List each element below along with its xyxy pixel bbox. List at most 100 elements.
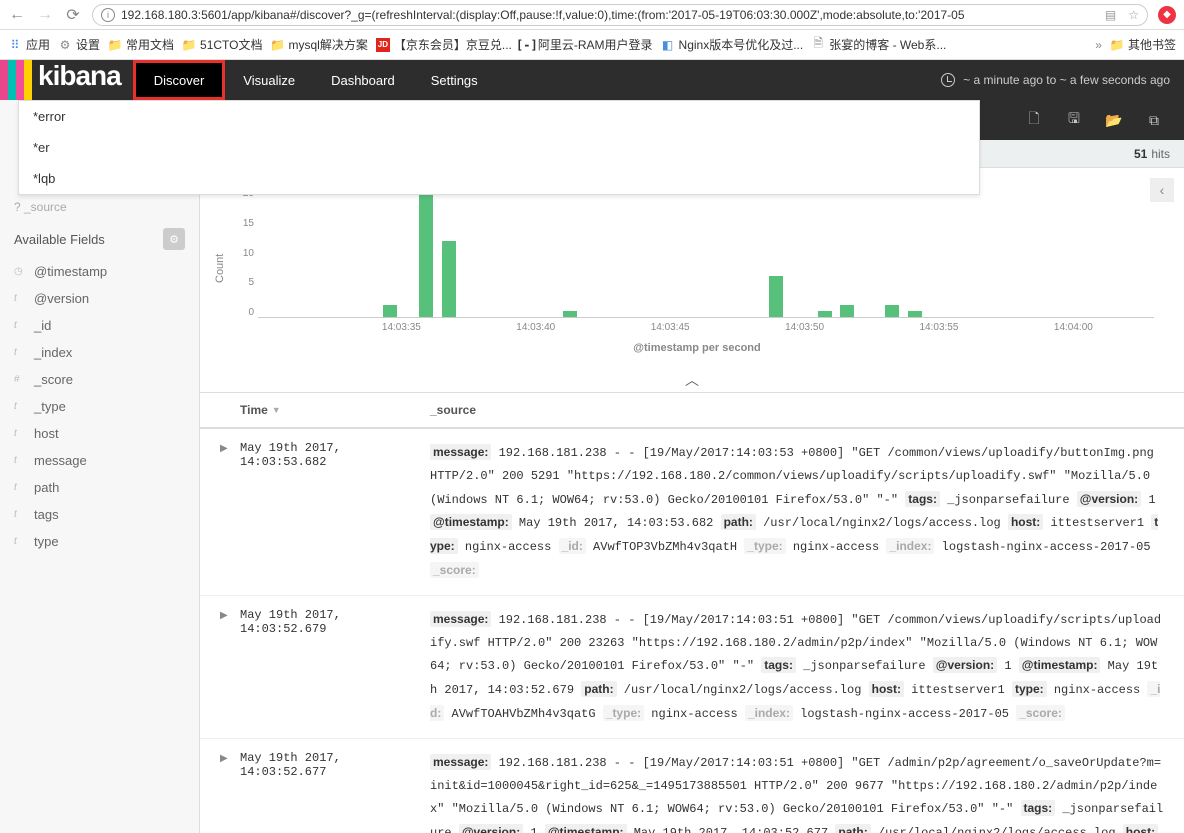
reload-button[interactable]: ⟳ [64,6,82,24]
field-name: message [34,453,87,468]
tab-discover[interactable]: Discover [133,60,226,100]
field-name: host [34,426,59,441]
folder-icon: 📁 [271,38,285,52]
kibana-logo[interactable]: kibana [0,60,133,100]
bookmark-jd[interactable]: JD【京东会员】京豆兑... [376,36,512,53]
expand-button[interactable]: ▶ [220,441,240,583]
sort-arrow-icon: ▼ [272,405,281,415]
field-type-icon: t [14,428,26,439]
time-picker[interactable]: ~ a minute ago to ~ a few seconds ago [927,73,1184,87]
tab-settings[interactable]: Settings [413,60,496,100]
fields-settings-button[interactable]: ⚙ [163,228,185,250]
field-item-type[interactable]: t_type [0,393,199,420]
logo-bar [16,60,24,100]
x-tick: 14:04:00 [1054,322,1093,333]
histogram-bar[interactable] [563,311,577,317]
logo-bar [0,60,8,100]
field-item-timestamp[interactable]: ◷@timestamp [0,258,199,285]
field-type-icon: t [14,293,26,304]
x-tick: 14:03:50 [785,322,824,333]
forward-button[interactable]: → [36,6,54,24]
back-button[interactable]: ← [8,6,26,24]
source-column-header[interactable]: _source [430,403,1164,417]
bookmark-folder-2[interactable]: 📁51CTO文档 [182,36,262,53]
table-row: ▶May 19th 2017, 14:03:52.677message: 192… [200,739,1184,833]
histogram-bar[interactable] [885,305,899,317]
chart-toggle-button[interactable]: ︿ [672,371,712,389]
bookmark-apps[interactable]: ⠿应用 [8,36,50,53]
expand-column [220,403,240,417]
logo-bar [24,60,32,100]
field-item-version[interactable]: t@version [0,285,199,312]
histogram-bar[interactable] [818,311,832,317]
folder-icon: 📁 [108,38,122,52]
jd-icon: JD [376,38,390,52]
field-item-type[interactable]: ttype [0,528,199,555]
url-bar[interactable]: i 192.168.180.3:5601/app/kibana#/discove… [92,4,1148,26]
field-item-index[interactable]: t_index [0,339,199,366]
bookmark-settings[interactable]: ⚙设置 [58,36,100,53]
page-icon[interactable]: ▤ [1105,8,1116,22]
document-table: Time ▼ _source ▶May 19th 2017, 14:03:53.… [200,392,1184,833]
sidebar: ? _source Available Fields ⚙ ◷@timestamp… [0,100,200,833]
histogram-bar[interactable] [908,311,922,317]
histogram-chart: ‹ Count 20 15 10 5 0 14:03:3514:03:4014:… [200,168,1184,368]
hits-count: 51 [1134,147,1147,161]
folder-icon: 📁 [1110,38,1124,52]
time-cell: May 19th 2017, 14:03:53.682 [240,441,430,583]
open-search-button[interactable]: 📂 [1094,100,1134,140]
expand-button[interactable]: ▶ [220,751,240,833]
time-cell: May 19th 2017, 14:03:52.677 [240,751,430,833]
search-suggestion-item[interactable]: *error [19,101,979,132]
bookmark-nginx[interactable]: ◧Nginx版本号优化及过... [661,36,804,53]
kibana-header: kibana Discover Visualize Dashboard Sett… [0,60,1184,100]
folder-icon: 📁 [182,38,196,52]
search-suggestion-item[interactable]: *lqb [19,163,979,194]
histogram-bar[interactable] [442,241,456,317]
source-filter-label[interactable]: ? _source [0,194,199,220]
content: 🗋 🖫 📂 ⧉ 51 hits ‹ Count 20 15 10 5 0 [200,100,1184,833]
expand-button[interactable]: ▶ [220,608,240,726]
field-name: path [34,480,59,495]
tab-visualize[interactable]: Visualize [225,60,313,100]
search-suggestions: *error *er *lqb [18,100,980,195]
histogram-bar[interactable] [419,182,433,317]
time-cell: May 19th 2017, 14:03:52.679 [240,608,430,726]
field-item-message[interactable]: tmessage [0,447,199,474]
field-item-tags[interactable]: ttags [0,501,199,528]
bookmarks-more[interactable]: » [1095,38,1102,52]
histogram-bar[interactable] [383,305,397,317]
field-item-score[interactable]: #_score [0,366,199,393]
save-search-button[interactable]: 🖫 [1054,100,1094,140]
tab-dashboard[interactable]: Dashboard [313,60,413,100]
x-tick: 14:03:45 [651,322,690,333]
field-item-path[interactable]: tpath [0,474,199,501]
extension-icon[interactable]: ◆ [1158,6,1176,24]
share-button[interactable]: ⧉ [1134,100,1174,140]
nav-tabs: Discover Visualize Dashboard Settings [133,60,496,100]
chart-toggle-row: ︿ [200,368,1184,392]
bookmark-aliyun[interactable]: [-]阿里云-RAM用户登录 [520,36,653,53]
field-item-host[interactable]: thost [0,420,199,447]
search-suggestion-item[interactable]: *er [19,132,979,163]
histogram-bar[interactable] [840,305,854,317]
bookmark-folder-3[interactable]: 📁mysql解决方案 [271,36,368,53]
hits-label: hits [1151,147,1170,161]
table-row: ▶May 19th 2017, 14:03:52.679message: 192… [200,596,1184,739]
field-type-icon: # [14,374,26,385]
star-icon[interactable]: ☆ [1128,8,1139,22]
x-axis-ticks: 14:03:3514:03:4014:03:4514:03:5014:03:55… [258,322,1154,336]
field-item-id[interactable]: t_id [0,312,199,339]
plot-area[interactable] [258,188,1154,318]
other-bookmarks[interactable]: 📁其他书签 [1110,36,1176,53]
new-search-button[interactable]: 🗋 [1014,100,1054,140]
time-range-text: ~ a minute ago to ~ a few seconds ago [963,73,1170,87]
gear-icon: ⚙ [58,38,72,52]
x-tick: 14:03:35 [382,322,421,333]
histogram-bar[interactable] [769,276,783,317]
bookmark-blog[interactable]: 🗎张宴的博客 - Web系... [811,36,946,53]
page-icon: ◧ [661,38,675,52]
table-header: Time ▼ _source [200,393,1184,429]
bookmark-folder-1[interactable]: 📁常用文档 [108,36,174,53]
time-column-header[interactable]: Time ▼ [240,403,430,417]
